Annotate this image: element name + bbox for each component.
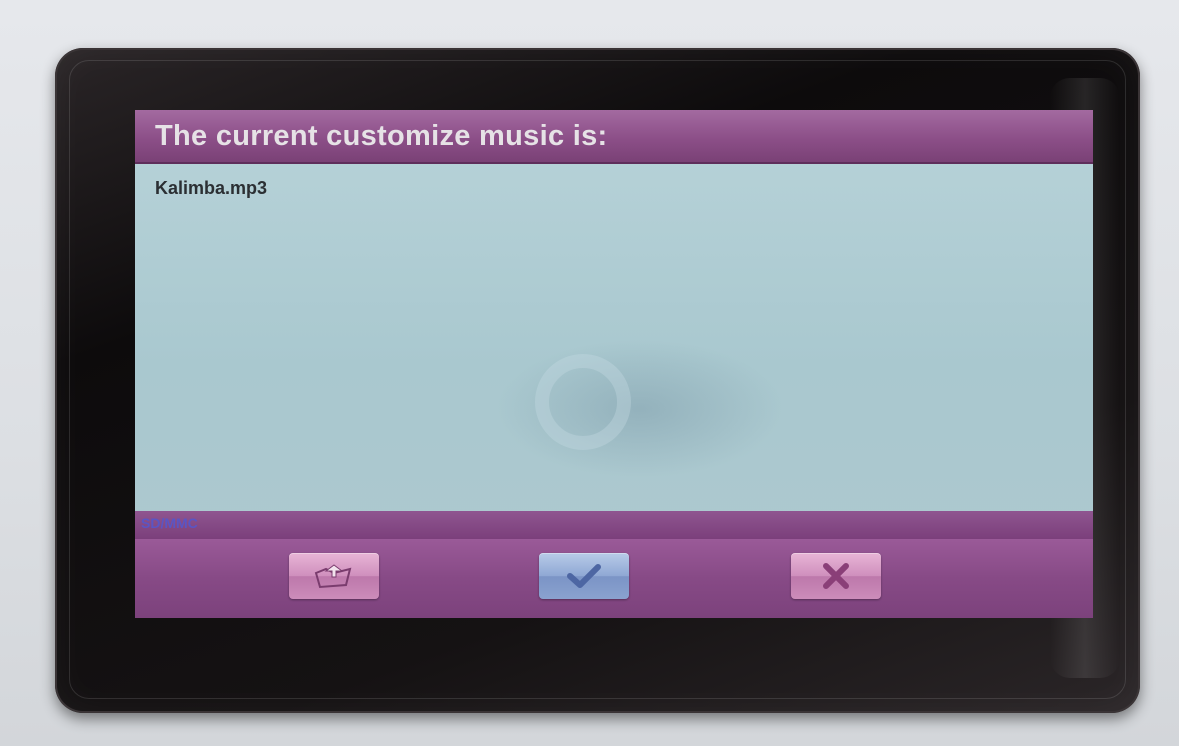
bottom-toolbar — [135, 539, 1093, 618]
current-music-file[interactable]: Kalimba.mp3 — [155, 178, 267, 199]
open-folder-button[interactable] — [289, 553, 379, 599]
storage-label: SD/MMC — [141, 515, 198, 531]
close-x-icon — [814, 561, 858, 591]
cancel-button[interactable] — [791, 553, 881, 599]
dialog-title: The current customize music is: — [155, 120, 608, 152]
device-screen: The current customize music is: Kalimba.… — [135, 110, 1093, 618]
screen-reflection — [495, 339, 785, 479]
confirm-button[interactable] — [539, 553, 629, 599]
screen-reflection-ring — [535, 354, 631, 450]
device-bezel: The current customize music is: Kalimba.… — [55, 48, 1140, 713]
title-bar: The current customize music is: — [135, 110, 1093, 164]
content-area — [135, 164, 1093, 511]
checkmark-icon — [562, 561, 606, 591]
open-folder-icon — [312, 561, 356, 591]
status-bar: SD/MMC — [135, 511, 1093, 539]
